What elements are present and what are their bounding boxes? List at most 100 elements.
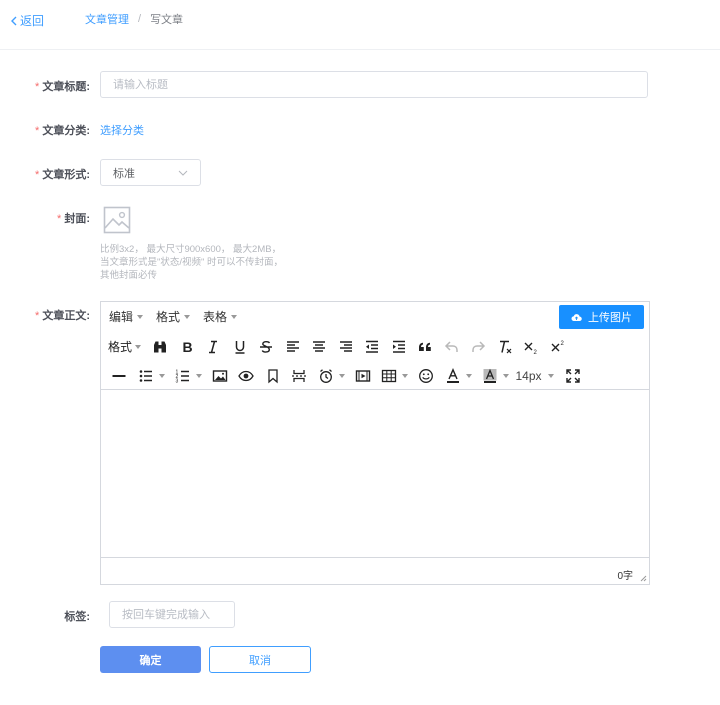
strikethrough-icon [260,340,273,353]
cover-hint-line: 比例3x2， 最大尺寸900x600， 最大2MB， [100,244,282,255]
insert-media-button[interactable] [352,365,374,387]
align-center-button[interactable] [308,336,330,358]
background-color-icon [483,368,496,383]
tags-label: 标签: [0,608,90,624]
title-input[interactable] [100,71,648,98]
bold-icon: B [182,339,192,355]
insert-image-button[interactable] [209,365,231,387]
editor-toolbar-row-1: 格式 B 2 2 [101,332,649,361]
align-right-icon [339,340,352,352]
text-color-icon [446,367,459,383]
insert-table-button[interactable] [378,365,400,387]
numbered-list-button[interactable]: 123 [172,365,194,387]
clear-formatting-button[interactable] [494,336,516,358]
caret-down-icon [158,373,165,378]
subscript-icon: 2 [524,342,538,355]
caret-down-icon [184,314,191,319]
breadcrumb-article-management[interactable]: 文章管理 [85,11,129,27]
align-center-icon [313,340,326,352]
word-count: 0字 [617,571,633,582]
page-break-button[interactable] [288,365,310,387]
underline-icon [235,340,245,354]
upload-image-button[interactable]: 上传图片 [559,305,644,329]
underline-button[interactable] [229,336,251,358]
category-label: * 文章分类: [0,122,90,138]
insert-table-dropdown[interactable] [400,365,410,387]
redo-button[interactable] [467,336,489,358]
background-color-button[interactable] [479,365,501,387]
bullet-list-button[interactable] [135,365,157,387]
svg-text:2: 2 [534,350,538,355]
format-select-value: 标准 [113,167,135,180]
select-category-link[interactable]: 选择分类 [100,122,144,138]
caret-down-icon [402,373,408,378]
horizontal-line-icon [112,374,126,377]
outdent-button[interactable] [361,336,383,358]
outdent-icon [366,340,379,353]
tags-label-text: 标签: [64,611,90,623]
italic-button[interactable] [202,336,224,358]
caret-down-icon [547,373,554,378]
confirm-button[interactable]: 确定 [100,646,201,673]
numbered-list-icon: 123 [175,369,189,384]
title-label: * 文章标题: [0,78,90,94]
preview-button[interactable] [235,365,257,387]
tags-input[interactable] [109,601,235,628]
resize-handle-icon[interactable] [639,574,647,582]
align-left-button[interactable] [282,336,304,358]
find-replace-button[interactable] [149,336,171,358]
required-mark: * [35,310,40,322]
subscript-button[interactable]: 2 [520,336,542,358]
italic-icon [209,340,218,353]
text-color-button[interactable] [442,365,464,387]
category-label-text: 文章分类: [42,125,90,137]
binoculars-icon [154,341,167,352]
back-label: 返回 [20,14,45,28]
page-header: 返回 文章管理 / 写文章 [0,0,720,50]
bold-button[interactable]: B [176,336,198,358]
cancel-button[interactable]: 取消 [209,646,311,673]
insert-datetime-button[interactable] [315,365,337,387]
breadcrumb-separator: / [138,13,142,25]
redo-icon [472,340,486,352]
emoticons-button[interactable] [415,365,437,387]
editor-toolbar-row-2: 123 14px [101,361,649,390]
breadcrumb-current: 写文章 [150,14,184,26]
fullscreen-icon [565,368,580,383]
menu-table[interactable]: 表格 [203,308,238,325]
superscript-icon: 2 [551,341,564,351]
superscript-button[interactable]: 2 [547,336,569,358]
align-right-button[interactable] [335,336,357,358]
chevron-left-icon [11,16,17,25]
bullet-list-dropdown[interactable] [157,365,167,387]
caret-down-icon [195,373,202,378]
editor-content-area[interactable] [101,389,649,558]
font-size-dropdown[interactable]: 14px [516,365,554,387]
page-break-icon [292,369,306,382]
strikethrough-button[interactable] [255,336,277,358]
text-color-dropdown[interactable] [464,365,474,387]
menu-format[interactable]: 格式 [156,308,191,325]
eye-icon [238,370,254,381]
background-color-dropdown[interactable] [501,365,511,387]
back-button[interactable]: 返回 [10,12,44,29]
indent-icon [392,340,405,353]
required-mark: * [35,81,40,93]
fullscreen-button[interactable] [562,365,584,387]
formats-dropdown[interactable]: 格式 [108,336,142,358]
horizontal-line-button[interactable] [108,365,130,387]
insert-datetime-dropdown[interactable] [337,365,347,387]
cover-hint: 比例3x2， 最大尺寸900x600， 最大2MB， 当文章形式是"状态/视频"… [100,243,310,282]
image-placeholder-icon[interactable] [103,206,131,234]
undo-button[interactable] [441,336,463,358]
caret-down-icon [502,373,509,378]
menu-edit[interactable]: 编辑 [109,308,144,325]
format-select[interactable]: 标准 [100,159,201,186]
media-icon [355,369,370,382]
cover-hint-line: 当文章形式是"状态/视频" 时可以不传封面， [100,257,284,268]
numbered-list-dropdown[interactable] [194,365,204,387]
blockquote-button[interactable] [414,336,436,358]
indent-button[interactable] [388,336,410,358]
bookmark-button[interactable] [262,365,284,387]
rich-text-editor: 编辑 格式 表格 上传图片 格式 B 2 2 123 14px 0字 [100,301,650,585]
